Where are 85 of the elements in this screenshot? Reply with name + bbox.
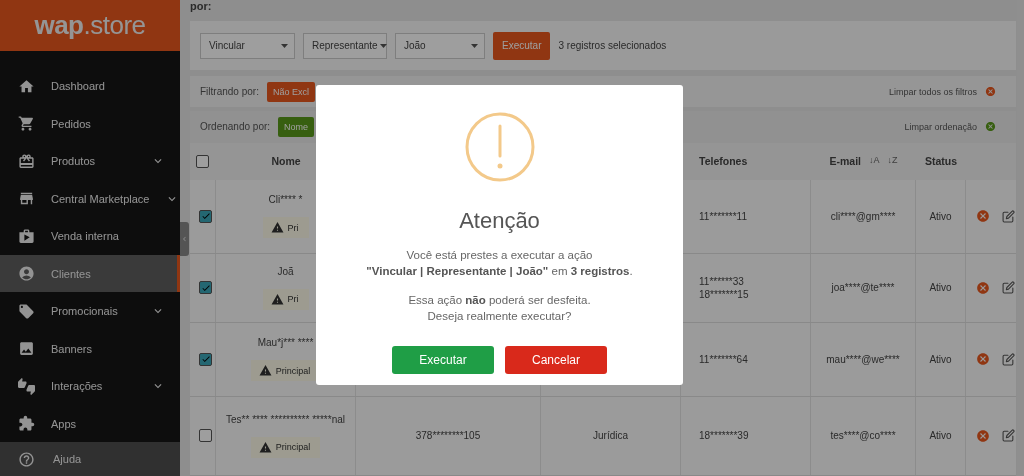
delete-icon[interactable]	[976, 429, 990, 443]
sidebar-item[interactable]: Apps	[0, 404, 180, 443]
delete-icon[interactable]	[976, 209, 990, 224]
phone-number: 11*******64	[699, 353, 748, 365]
close-icon[interactable]	[985, 86, 996, 98]
clear-filters-link[interactable]: Limpar todos os filtros	[888, 86, 977, 97]
column-header[interactable]: Telefones	[681, 155, 811, 168]
check-icon	[200, 211, 211, 222]
email-address: joa****@te****	[831, 282, 895, 294]
sidebar-item[interactable]: Promocionais	[0, 292, 180, 330]
tag-icon	[18, 302, 35, 320]
status-text: Ativo	[929, 210, 952, 222]
email-address: tes****@co****	[830, 430, 896, 442]
column-header[interactable]: Status	[916, 155, 966, 168]
select-field[interactable]: João	[395, 32, 485, 59]
email-address: cli****@gm****	[830, 210, 896, 222]
phone-number: 11*******11	[699, 210, 747, 222]
puzzle-icon	[18, 415, 35, 433]
sidebar-item[interactable]: Interações	[0, 367, 180, 405]
page-heading: por:	[190, 0, 213, 14]
row-checkbox[interactable]	[199, 429, 212, 443]
select-all-checkbox[interactable]	[196, 154, 209, 168]
principal-badge: Pri	[262, 217, 309, 239]
status-text: Ativo	[929, 430, 952, 442]
user-icon	[18, 265, 35, 283]
dialog-message: Você está prestes a executar a ação "Vincular | Representante | João" em 3 registros.	[366, 248, 633, 279]
filter-label: Filtrando por:	[200, 86, 259, 98]
home-icon	[18, 77, 35, 95]
sidebar-item[interactable]: Banners	[0, 329, 180, 368]
row-checkbox[interactable]	[199, 209, 212, 223]
edit-icon[interactable]	[1002, 281, 1015, 295]
delete-icon[interactable]	[976, 352, 990, 367]
dialog-title: Atenção	[459, 208, 540, 234]
phone-number: 18*******39	[699, 430, 749, 442]
sort-chip[interactable]: Nome	[278, 116, 315, 137]
person-type: Jurídica	[593, 430, 628, 442]
check-icon	[200, 354, 211, 365]
cart-icon	[18, 115, 35, 133]
sidebar-item[interactable]: Produtos	[0, 142, 180, 180]
edit-icon[interactable]	[1002, 352, 1015, 366]
customer-name: Joã	[277, 265, 294, 277]
edit-icon[interactable]	[1002, 429, 1015, 443]
dropdown-caret-icon	[471, 43, 478, 48]
dropdown-caret-icon	[281, 43, 288, 48]
execute-button[interactable]: Executar	[493, 31, 551, 60]
select-field[interactable]: Representante	[303, 32, 387, 59]
status-text: Ativo	[929, 353, 952, 365]
image-icon	[18, 340, 35, 358]
warning-icon	[464, 112, 535, 182]
bag-icon	[18, 227, 35, 245]
sidebar-item[interactable]: Venda interna	[0, 217, 180, 255]
help-item[interactable]: Ajuda	[0, 442, 180, 476]
delete-icon[interactable]	[976, 280, 990, 295]
gift-icon	[18, 152, 35, 170]
principal-badge: Principal	[250, 437, 321, 458]
phone-number: 18*******15	[699, 288, 749, 300]
phone-number: 11******33	[699, 275, 744, 287]
clear-sort-link[interactable]: Limpar ordenação	[904, 121, 977, 132]
column-header[interactable]: E-mail ↓A ↓Z	[811, 155, 916, 168]
filter-chip[interactable]: Não Excl	[266, 81, 315, 102]
close-icon[interactable]	[985, 121, 996, 133]
sidebar-item[interactable]: Clientes	[0, 254, 180, 293]
collapse-handle[interactable]	[180, 222, 189, 256]
dropdown-caret-icon	[379, 43, 387, 48]
selection-count: 3 registros selecionados	[558, 40, 667, 52]
row-checkbox[interactable]	[199, 281, 212, 295]
principal-badge: Pri	[262, 288, 309, 310]
sidebar-item[interactable]: Central Marketplace	[0, 179, 180, 218]
help-icon	[18, 450, 35, 468]
email-address: mau****@we****	[826, 353, 900, 365]
thumbs-icon	[18, 377, 35, 395]
dialog-warning: Essa ação não poderá ser desfeita. Deseja realmente executar?	[408, 293, 591, 324]
customer-name: Mau*j*** ****	[257, 337, 314, 349]
cancel-button[interactable]: Cancelar	[505, 346, 607, 375]
customer-name: Cli**** *	[268, 194, 303, 206]
status-text: Ativo	[929, 282, 952, 294]
select-field[interactable]: Vincular	[200, 32, 295, 59]
sort-label: Ordenando por:	[200, 121, 271, 133]
edit-icon[interactable]	[1002, 209, 1015, 223]
document-number: 378********105	[415, 430, 481, 442]
sidebar-item[interactable]: Pedidos	[0, 104, 180, 143]
sidebar-item[interactable]: Dashboard	[0, 67, 180, 105]
row-checkbox[interactable]	[199, 352, 212, 366]
customer-name: Tes** **** ********** *****nal	[226, 414, 345, 425]
confirm-button[interactable]: Executar	[392, 346, 494, 375]
